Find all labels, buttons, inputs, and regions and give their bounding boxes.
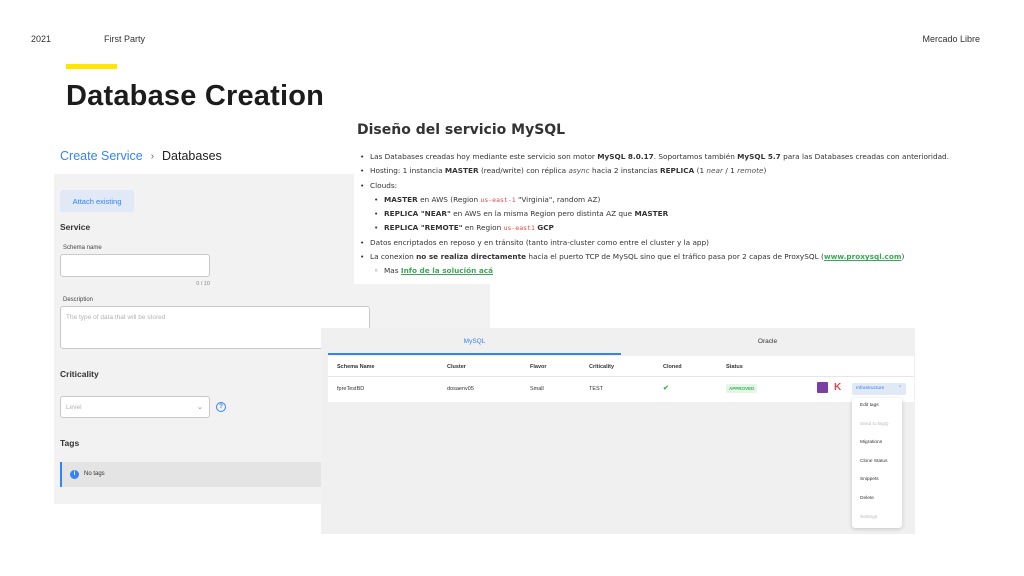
header-section: First Party — [104, 34, 146, 44]
menu-item-edit-tags[interactable]: Edit tags — [860, 403, 879, 408]
schema-name-input[interactable] — [60, 254, 210, 277]
column-header: Criticality — [589, 364, 615, 370]
description-label: Description — [63, 297, 94, 303]
chevron-down-icon: ⌄ — [197, 404, 203, 411]
divider — [328, 376, 914, 377]
engine-tabs: MySQL Oracle — [328, 330, 914, 355]
cell-schema-name: fpreTestBD — [337, 386, 365, 392]
chevron-right-icon: › — [150, 150, 155, 162]
no-tags-text: No tags — [84, 471, 105, 477]
menu-item-delete[interactable]: Delete — [860, 496, 874, 501]
accent-bar — [66, 64, 117, 69]
attach-existing-button[interactable]: Attach existing — [60, 190, 134, 212]
chevron-up-icon: ⌃ — [897, 386, 902, 391]
doc-title: Diseño del servicio MySQL — [357, 122, 566, 138]
app-logo-icon[interactable] — [817, 382, 828, 393]
header-company: Mercado Libre — [922, 34, 980, 44]
criticality-label: Criticality — [60, 369, 99, 379]
header-year: 2021 — [31, 34, 52, 44]
check-icon: ✔ — [663, 385, 669, 392]
cell-flavor: Small — [530, 386, 544, 392]
no-tags-notice: i No tags — [60, 462, 322, 487]
list-item: Clouds: — [360, 179, 949, 194]
criticality-placeholder: Level — [66, 404, 82, 411]
breadcrumb-databases: Databases — [162, 149, 222, 163]
menu-item-clone-status[interactable]: Clone Status — [860, 459, 887, 464]
list-item: REPLICA "REMOTE" en Region us-east1 GCP — [370, 221, 949, 236]
mysql-design-doc: Diseño del servicio MySQL Las Databases … — [354, 118, 949, 284]
breadcrumb: Create Service › Databases — [60, 149, 222, 163]
schema-name-label: Schema name — [63, 245, 102, 251]
menu-item-send-to-bigq[interactable]: Send to BigQ — [860, 422, 889, 427]
solution-info-link[interactable]: Info de la solución acá — [401, 266, 493, 275]
column-header: Flavor — [530, 364, 547, 370]
kibana-icon[interactable]: K — [834, 382, 845, 393]
status-badge: APPROVED — [726, 384, 758, 393]
doc-bullet-list: Las Databases creadas hoy mediante este … — [360, 150, 949, 279]
tab-mysql[interactable]: MySQL — [328, 330, 621, 355]
cell-criticality: TEST — [589, 386, 604, 392]
menu-item-migrations[interactable]: Migrations — [860, 440, 882, 445]
menu-item-settings[interactable]: Settings — [860, 515, 877, 520]
schema-name-counter: 0 / 10 — [196, 281, 210, 287]
infrastructure-menu-button[interactable]: Infrastructure ⌃ — [852, 383, 906, 395]
infrastructure-dropdown-menu: Edit tags Send to BigQ Migrations Clone … — [852, 398, 902, 528]
info-icon: i — [70, 470, 79, 479]
breadcrumb-create-service[interactable]: Create Service — [60, 149, 143, 163]
infrastructure-button-label: Infrastructure — [856, 386, 885, 391]
description-placeholder: The type of data that will be stored — [66, 314, 166, 321]
help-icon[interactable]: ? — [216, 402, 226, 412]
list-item: Mas Info de la solución acá — [370, 264, 949, 279]
databases-table: Schema Name Cluster Flavor Criticality C… — [328, 356, 914, 402]
list-item: Las Databases creadas hoy mediante este … — [360, 150, 949, 165]
proxysql-link[interactable]: www.proxysql.com — [824, 252, 902, 261]
service-label: Service — [60, 222, 91, 232]
tab-oracle[interactable]: Oracle — [621, 330, 914, 355]
criticality-select[interactable]: Level — [60, 396, 210, 418]
column-header: Cluster — [447, 364, 466, 370]
column-header: Cloned — [663, 364, 682, 370]
cell-cluster: dosaenv05 — [447, 386, 474, 392]
menu-item-snippets[interactable]: Snippets — [860, 477, 879, 482]
list-item: REPLICA "NEAR" en AWS en la misma Region… — [370, 207, 949, 222]
slide-title: Database Creation — [66, 80, 325, 112]
column-header: Schema Name — [337, 364, 375, 370]
list-item: Hosting: 1 instancia MASTER (read/write)… — [360, 164, 949, 179]
tags-label: Tags — [60, 438, 80, 448]
list-item: Datos encriptados en reposo y en tránsit… — [360, 236, 949, 251]
list-item: La conexion no se realiza directamente h… — [360, 250, 949, 265]
column-header: Status — [726, 364, 743, 370]
list-item: MASTER en AWS (Region us-east-1 "Virgini… — [370, 193, 949, 208]
